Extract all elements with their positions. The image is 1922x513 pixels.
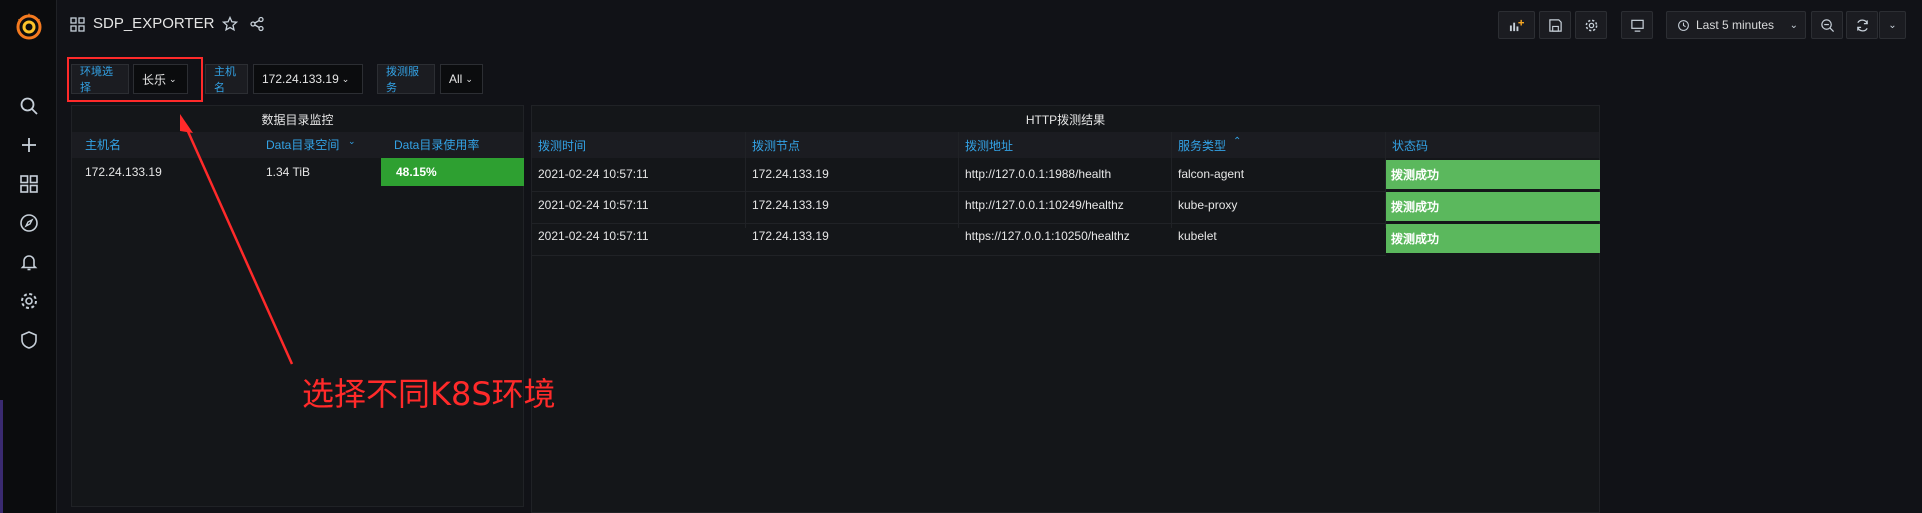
dashboards-icon[interactable] xyxy=(16,171,42,197)
column-header-space[interactable]: Data目录空间 xyxy=(266,136,339,153)
cell-status: 拨测成功 xyxy=(1386,224,1600,253)
time-picker-button[interactable]: Last 5 minutes ⌄ xyxy=(1666,11,1806,39)
variable-select-host[interactable]: 172.24.133.19 ⌄ xyxy=(253,64,363,94)
variable-value-host: 172.24.133.19 xyxy=(262,72,339,86)
search-icon[interactable] xyxy=(16,93,42,119)
cell-host: 172.24.133.19 xyxy=(85,165,162,179)
sidebar xyxy=(0,0,57,513)
cell-node: 172.24.133.19 xyxy=(752,229,829,243)
column-header-usage[interactable]: Data目录使用率 xyxy=(394,136,479,153)
annotation-highlight-box xyxy=(67,57,203,102)
variable-select-service[interactable]: All ⌄ xyxy=(440,64,483,94)
configuration-gear-icon[interactable] xyxy=(16,288,42,314)
dashboard-grid-icon xyxy=(70,17,85,32)
cell-time: 2021-02-24 10:57:11 xyxy=(538,229,649,243)
variable-value-service: All xyxy=(449,72,463,86)
panel-title[interactable]: 数据目录监控 xyxy=(72,111,523,128)
explore-compass-icon[interactable] xyxy=(16,210,42,236)
sort-asc-icon: ⌃ xyxy=(1233,136,1242,147)
column-divider xyxy=(958,132,959,228)
sort-desc-icon: ⌄ xyxy=(348,136,356,146)
column-header-status[interactable]: 状态码 xyxy=(1392,137,1428,154)
add-panel-icon xyxy=(1509,19,1524,31)
cycle-view-mode-button[interactable] xyxy=(1621,11,1653,39)
cell-time: 2021-02-24 10:57:11 xyxy=(538,198,649,212)
cell-node: 172.24.133.19 xyxy=(752,198,829,212)
alerting-bell-icon[interactable] xyxy=(16,249,42,275)
column-divider xyxy=(1171,132,1172,228)
cell-url: https://127.0.0.1:10250/healthz xyxy=(965,229,1130,243)
http-probe-panel: HTTP拨测结果 拨测时间 拨测节点 拨测地址 服务类型 ⌃ 状态码 2021-… xyxy=(531,105,1600,513)
cell-space: 1.34 TiB xyxy=(266,165,311,179)
cell-type: kube-proxy xyxy=(1178,198,1238,212)
variable-label-host: 主机名 xyxy=(205,64,248,94)
monitor-icon xyxy=(1630,19,1644,32)
cell-status: 拨测成功 xyxy=(1386,160,1600,189)
variable-label-service: 拨测服务 xyxy=(377,64,435,94)
cell-status: 拨测成功 xyxy=(1386,192,1600,221)
row-divider xyxy=(532,191,1386,192)
dashboard-settings-button[interactable] xyxy=(1575,11,1607,39)
column-header-type[interactable]: 服务类型 xyxy=(1178,137,1226,154)
column-header-url[interactable]: 拨测地址 xyxy=(965,137,1013,154)
cell-type: falcon-agent xyxy=(1178,167,1245,181)
chevron-down-icon: ⌄ xyxy=(1888,19,1897,31)
plus-icon[interactable] xyxy=(16,132,42,158)
disk-monitor-panel: 数据目录监控 主机名 Data目录空间 ⌄ Data目录使用率 172.24.1… xyxy=(71,105,524,507)
column-header-time[interactable]: 拨测时间 xyxy=(538,137,586,154)
annotation-text: 选择不同K8S环境 xyxy=(302,375,556,413)
zoom-out-button[interactable] xyxy=(1811,11,1843,39)
refresh-button[interactable] xyxy=(1846,11,1878,39)
chevron-down-icon: ⌄ xyxy=(1789,19,1798,31)
panel-title[interactable]: HTTP拨测结果 xyxy=(532,111,1599,128)
add-panel-button[interactable] xyxy=(1498,11,1535,39)
refresh-interval-dropdown[interactable]: ⌄ xyxy=(1879,11,1906,39)
zoom-out-icon xyxy=(1820,18,1834,32)
column-header-host[interactable]: 主机名 xyxy=(85,136,121,153)
cell-node: 172.24.133.19 xyxy=(752,167,829,181)
grafana-logo-icon[interactable] xyxy=(13,10,45,42)
save-icon xyxy=(1548,18,1562,32)
share-icon[interactable] xyxy=(249,16,265,32)
row-divider xyxy=(532,255,1386,256)
clock-icon xyxy=(1678,19,1689,31)
time-range-label: Last 5 minutes xyxy=(1696,18,1775,32)
save-dashboard-button[interactable] xyxy=(1539,11,1571,39)
cell-url: http://127.0.0.1:10249/healthz xyxy=(965,198,1124,212)
refresh-icon xyxy=(1856,18,1868,32)
cell-time: 2021-02-24 10:57:11 xyxy=(538,167,649,181)
chevron-down-icon: ⌄ xyxy=(341,73,350,84)
chevron-down-icon: ⌄ xyxy=(465,73,473,84)
table-header xyxy=(532,132,1599,158)
dashboard-title[interactable]: SDP_EXPORTER xyxy=(93,15,214,32)
column-header-node[interactable]: 拨测节点 xyxy=(752,137,800,154)
cell-type: kubelet xyxy=(1178,229,1217,243)
cell-url: http://127.0.0.1:1988/health xyxy=(965,167,1112,181)
window-edge xyxy=(0,400,3,513)
settings-gear-icon xyxy=(1585,19,1597,31)
star-icon[interactable] xyxy=(222,16,238,32)
server-admin-shield-icon[interactable] xyxy=(16,327,42,353)
column-divider xyxy=(745,132,746,228)
row-divider xyxy=(532,223,1386,224)
cell-usage: 48.15% xyxy=(381,158,524,186)
